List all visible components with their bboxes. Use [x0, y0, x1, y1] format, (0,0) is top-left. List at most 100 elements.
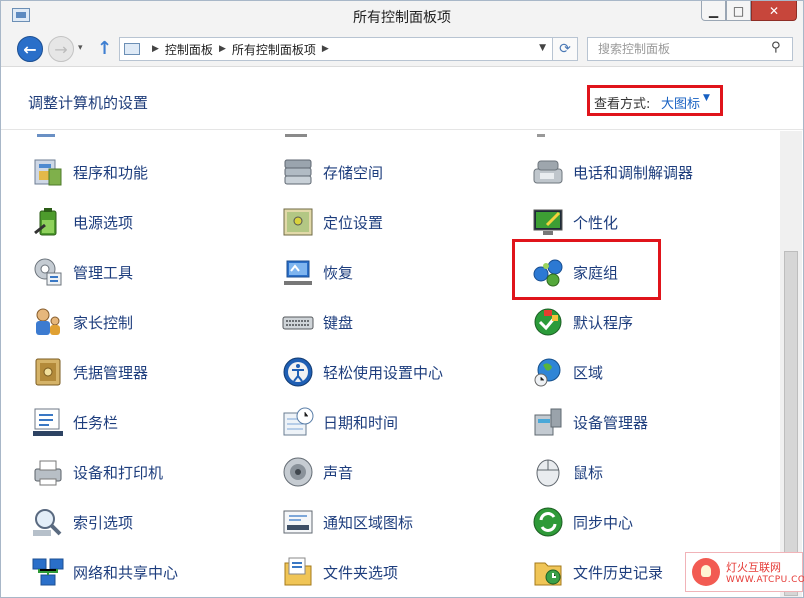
taskbar-icon	[31, 405, 65, 439]
forward-button[interactable]: →	[48, 36, 74, 62]
breadcrumb-all-items[interactable]: 所有控制面板项	[232, 41, 316, 58]
region-icon	[531, 355, 565, 389]
default-programs-icon	[531, 305, 565, 339]
address-bar[interactable]: ▶ 控制面板 ▶ 所有控制面板项 ▶ ▼	[119, 37, 553, 61]
devices-printers-icon	[31, 455, 65, 489]
item-label: 声音	[323, 463, 354, 482]
navigation-bar: ← → ▾ ↑ ▶ 控制面板 ▶ 所有控制面板项 ▶ ▼ ⟳ 搜索控制面板 ⚲	[1, 31, 803, 67]
control-panel-item[interactable]: 通知区域图标	[281, 500, 413, 544]
partial-item-icon	[537, 131, 545, 137]
item-label: 网络和共享中心	[73, 563, 179, 582]
scrollbar-thumb[interactable]	[784, 251, 798, 596]
item-label: 文件夹选项	[323, 563, 399, 582]
control-panel-item[interactable]: 任务栏	[31, 400, 118, 444]
item-label: 家长控制	[73, 313, 134, 332]
item-label: 键盘	[323, 313, 354, 332]
items-grid: 程序和功能 存储空间 电话和调制解调器 电源选项 定位设置 个性化 管理工具 恢复 家庭组 家长控…	[1, 131, 779, 597]
up-button[interactable]: ↑	[97, 38, 112, 59]
control-panel-item[interactable]: 凭据管理器	[31, 350, 148, 394]
address-dropdown-icon[interactable]: ▼	[539, 43, 546, 53]
programs-features-icon	[31, 155, 65, 189]
homegroup-highlight	[512, 239, 661, 300]
control-panel-item[interactable]: 程序和功能	[31, 150, 148, 194]
control-panel-window: 所有控制面板项 ▁ □ ✕ ← → ▾ ↑ ▶ 控制面板 ▶ 所有控制面板项 ▶…	[0, 0, 804, 598]
mouse-icon	[531, 455, 565, 489]
keyboard-icon	[281, 305, 315, 339]
chevron-right-icon[interactable]: ▶	[219, 44, 226, 54]
item-label: 程序和功能	[73, 163, 149, 182]
storage-spaces-icon	[281, 155, 315, 189]
view-by-dropdown[interactable]: 大图标	[661, 93, 700, 112]
control-panel-item[interactable]: 管理工具	[31, 250, 133, 294]
refresh-button[interactable]: ⟳	[553, 37, 578, 61]
chevron-right-icon[interactable]: ▶	[152, 44, 159, 54]
control-panel-item[interactable]: 同步中心	[531, 500, 633, 544]
item-label: 个性化	[573, 213, 619, 232]
view-by-highlight: 查看方式: 大图标 ▼	[587, 85, 723, 116]
recent-pages-dropdown[interactable]: ▾	[78, 43, 83, 53]
site-watermark: 灯火互联网 WWW.ATCPU.COM	[685, 552, 804, 592]
control-panel-item[interactable]: 设备和打印机	[31, 450, 163, 494]
close-button[interactable]: ✕	[751, 1, 797, 21]
control-panel-item[interactable]: 文件夹选项	[281, 550, 398, 594]
item-label: 轻松使用设置中心	[323, 363, 444, 382]
phone-modem-icon	[531, 155, 565, 189]
watermark-title: 灯火互联网	[726, 561, 781, 574]
control-panel-item[interactable]: 文件历史记录	[531, 550, 663, 594]
page-header: 调整计算机的设置 查看方式: 大图标 ▼	[1, 68, 803, 130]
location-settings-icon	[281, 205, 315, 239]
notification-area-icon	[281, 505, 315, 539]
control-panel-item[interactable]: 默认程序	[531, 300, 633, 344]
control-panel-item[interactable]: 区域	[531, 350, 603, 394]
item-label: 电源选项	[73, 213, 134, 232]
sync-center-icon	[531, 505, 565, 539]
view-by-label: 查看方式:	[594, 97, 651, 112]
control-panel-item[interactable]: 鼠标	[531, 450, 603, 494]
indexing-options-icon	[31, 505, 65, 539]
power-options-icon	[31, 205, 65, 239]
control-panel-item[interactable]: 日期和时间	[281, 400, 398, 444]
chevron-right-icon[interactable]: ▶	[322, 44, 329, 54]
item-label: 通知区域图标	[323, 513, 414, 532]
control-panel-item[interactable]: 个性化	[531, 200, 618, 244]
item-label: 索引选项	[73, 513, 134, 532]
item-label: 任务栏	[73, 413, 119, 432]
credential-manager-icon	[31, 355, 65, 389]
vertical-scrollbar[interactable]	[780, 131, 802, 597]
search-icon[interactable]: ⚲	[771, 40, 795, 55]
breadcrumb-control-panel[interactable]: 控制面板	[165, 41, 213, 58]
control-panel-item[interactable]: 声音	[281, 450, 353, 494]
file-history-icon	[531, 555, 565, 589]
network-sharing-icon	[31, 555, 65, 589]
partial-item-icon	[285, 131, 307, 137]
back-button[interactable]: ←	[17, 36, 43, 62]
chevron-down-icon[interactable]: ▼	[703, 93, 710, 103]
item-label: 默认程序	[573, 313, 634, 332]
item-label: 同步中心	[573, 513, 634, 532]
control-panel-item[interactable]: 定位设置	[281, 200, 383, 244]
item-label: 凭据管理器	[73, 363, 149, 382]
title-bar: 所有控制面板项 ▁ □ ✕	[1, 1, 803, 31]
item-label: 电话和调制解调器	[573, 163, 694, 182]
control-panel-item[interactable]: 家长控制	[31, 300, 133, 344]
control-panel-item[interactable]: 轻松使用设置中心	[281, 350, 443, 394]
parental-controls-icon	[31, 305, 65, 339]
recovery-icon	[281, 255, 315, 289]
control-panel-item[interactable]: 网络和共享中心	[31, 550, 178, 594]
date-time-icon	[281, 405, 315, 439]
control-panel-item[interactable]: 存储空间	[281, 150, 383, 194]
control-panel-item[interactable]: 索引选项	[31, 500, 133, 544]
control-panel-item[interactable]: 电源选项	[31, 200, 133, 244]
item-label: 定位设置	[323, 213, 384, 232]
item-label: 存储空间	[323, 163, 384, 182]
minimize-button[interactable]: ▁	[701, 1, 726, 21]
control-panel-item[interactable]: 电话和调制解调器	[531, 150, 693, 194]
item-label: 管理工具	[73, 263, 134, 282]
ease-of-access-icon	[281, 355, 315, 389]
control-panel-item[interactable]: 设备管理器	[531, 400, 648, 444]
search-input[interactable]: 搜索控制面板	[587, 37, 793, 61]
device-manager-icon	[531, 405, 565, 439]
control-panel-item[interactable]: 键盘	[281, 300, 353, 344]
maximize-button[interactable]: □	[726, 1, 751, 21]
control-panel-item[interactable]: 恢复	[281, 250, 353, 294]
